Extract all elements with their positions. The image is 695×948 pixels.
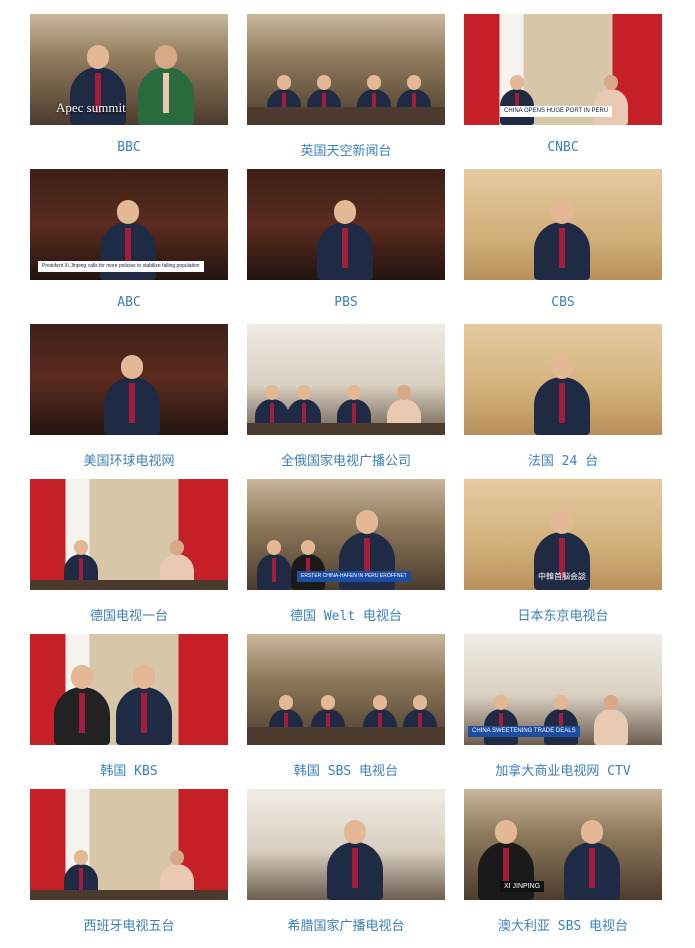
thumbnail-image-france24 — [464, 324, 662, 435]
thumbnail-image-cnbc: CHINA OPENS HUGE PORT IN PERU — [464, 14, 662, 125]
overlay-text: Apec summit — [56, 100, 126, 115]
thumbnail-card-univision[interactable]: 美国环球电视网 — [30, 324, 228, 469]
thumbnail-image-bbc: Apec summit — [30, 14, 228, 125]
thumbnail-image-vgtrk — [247, 324, 445, 435]
thumbnail-image-telecinco — [30, 789, 228, 900]
thumbnail-card-ert[interactable]: 希腊国家广播电视台 — [247, 789, 445, 934]
thumbnail-card-telecinco[interactable]: 西班牙电视五台 — [30, 789, 228, 934]
caption-ard: 德国电视一台 — [89, 609, 168, 624]
thumbnail-image-tv-tokyo: 中韓首脳会談 — [464, 479, 662, 590]
caption-ctv: 加拿大商业电视网 CTV — [495, 764, 631, 779]
thumbnail-card-sbs-korea[interactable]: 韩国 SBS 电视台 — [247, 634, 445, 779]
thumbnail-image-ard — [30, 479, 228, 590]
news-banner: 中韓首脳会談 — [538, 572, 586, 581]
thumbnail-image-sky — [247, 14, 445, 125]
caption-cnbc: CNBC — [547, 140, 579, 155]
thumbnail-image-pbs — [247, 169, 445, 280]
news-banner: President Xi Jinping calls for more poli… — [38, 261, 204, 272]
caption-bbc: BBC — [117, 140, 141, 155]
caption-tv-tokyo: 日本东京电视台 — [517, 609, 609, 624]
caption-vgtrk: 全俄国家电视广播公司 — [280, 454, 411, 469]
thumbnail-image-welt: ERSTER CHINA-HAFEN IN PERU ERÖFFNET — [247, 479, 445, 590]
thumbnail-image-ert — [247, 789, 445, 900]
thumbnail-card-cnbc[interactable]: CHINA OPENS HUGE PORT IN PERU CNBC — [464, 14, 662, 155]
thumbnail-image-cbs — [464, 169, 662, 280]
thumbnail-card-vgtrk[interactable]: 全俄国家电视广播公司 — [247, 324, 445, 469]
thumbnail-card-pbs[interactable]: PBS — [247, 169, 445, 310]
caption-pbs: PBS — [334, 295, 358, 310]
caption-welt: 德国 Welt 电视台 — [290, 609, 402, 624]
caption-kbs: 韩国 KBS — [100, 764, 158, 779]
thumbnail-image-univision — [30, 324, 228, 435]
thumbnail-card-tv-tokyo[interactable]: 中韓首脳会談 日本东京电视台 — [464, 479, 662, 624]
thumbnail-card-sbs-australia[interactable]: XI JINPING 澳大利亚 SBS 电视台 — [464, 789, 662, 934]
thumbnail-card-welt[interactable]: ERSTER CHINA-HAFEN IN PERU ERÖFFNET 德国 W… — [247, 479, 445, 624]
caption-univision: 美国环球电视网 — [83, 454, 175, 469]
news-banner: CHINA SWEETENING TRADE DEALS — [468, 726, 580, 737]
thumbnail-card-bbc[interactable]: Apec summit BBC — [30, 14, 228, 155]
thumbnail-image-ctv: CHINA SWEETENING TRADE DEALS — [464, 634, 662, 745]
caption-cbs: CBS — [551, 295, 575, 310]
news-banner: CHINA OPENS HUGE PORT IN PERU — [500, 106, 613, 117]
thumbnail-card-sky[interactable]: 英国天空新闻台 — [247, 14, 445, 159]
thumbnail-image-sbs-korea — [247, 634, 445, 745]
thumbnail-card-ctv[interactable]: CHINA SWEETENING TRADE DEALS 加拿大商业电视网 CT… — [464, 634, 662, 779]
thumbnail-card-abc[interactable]: President Xi Jinping calls for more poli… — [30, 169, 228, 310]
caption-sky: 英国天空新闻台 — [300, 144, 392, 159]
news-banner: ERSTER CHINA-HAFEN IN PERU ERÖFFNET — [297, 571, 411, 582]
thumbnail-image-kbs — [30, 634, 228, 745]
thumbnail-card-ard[interactable]: 德国电视一台 — [30, 479, 228, 624]
caption-sbs-australia: 澳大利亚 SBS 电视台 — [497, 919, 629, 934]
thumbnail-image-sbs-australia: XI JINPING — [464, 789, 662, 900]
thumbnail-image-abc: President Xi Jinping calls for more poli… — [30, 169, 228, 280]
caption-france24: 法国 24 台 — [527, 454, 599, 469]
thumbnail-card-kbs[interactable]: 韩国 KBS — [30, 634, 228, 779]
caption-ert: 希腊国家广播电视台 — [287, 919, 405, 934]
caption-telecinco: 西班牙电视五台 — [83, 919, 175, 934]
thumbnail-card-cbs[interactable]: CBS — [464, 169, 662, 310]
news-banner: XI JINPING — [500, 881, 545, 892]
caption-abc: ABC — [117, 295, 141, 310]
caption-sbs-korea: 韩国 SBS 电视台 — [293, 764, 399, 779]
thumbnail-card-france24[interactable]: 法国 24 台 — [464, 324, 662, 469]
